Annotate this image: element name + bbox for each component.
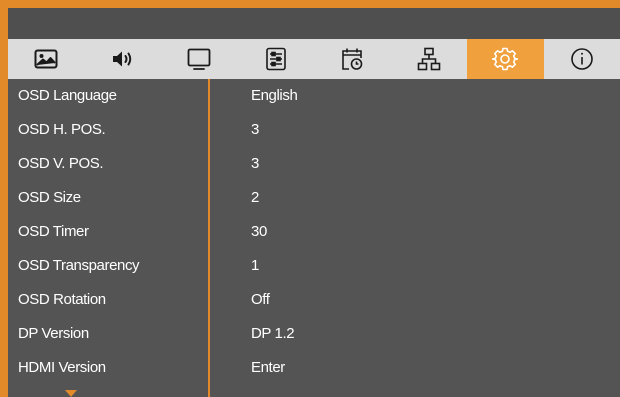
setting-label: OSD Size	[18, 189, 81, 206]
setting-row-osd-size[interactable]: OSD Size 2	[8, 181, 620, 215]
settings-icon	[492, 46, 519, 72]
setting-row-osd-v-pos[interactable]: OSD V. POS. 3	[8, 147, 620, 181]
picture-icon	[33, 46, 59, 72]
setting-row-osd-language[interactable]: OSD Language English	[8, 79, 620, 113]
osd-menu: OSD Language English OSD H. POS. 3 OSD V…	[0, 0, 620, 397]
adjustments-icon	[263, 46, 289, 72]
setting-value: Enter	[251, 359, 285, 376]
scroll-down-arrow-icon[interactable]	[65, 390, 77, 397]
setting-label: HDMI Version	[18, 359, 106, 376]
setting-value: DP 1.2	[251, 325, 295, 342]
setting-label: OSD V. POS.	[18, 155, 104, 172]
setting-label: OSD H. POS.	[18, 121, 106, 138]
setting-value: 3	[251, 121, 259, 138]
tab-display[interactable]	[161, 39, 238, 79]
info-icon	[569, 46, 595, 72]
tab-bar	[8, 39, 620, 79]
setting-row-osd-transparency[interactable]: OSD Transparency 1	[8, 249, 620, 283]
setting-label: OSD Timer	[18, 223, 89, 240]
setting-row-osd-rotation[interactable]: OSD Rotation Off	[8, 283, 620, 317]
setting-value: 3	[251, 155, 259, 172]
network-icon	[416, 46, 442, 72]
tab-schedule[interactable]	[314, 39, 391, 79]
setting-label: OSD Language	[18, 87, 117, 104]
setting-label: DP Version	[18, 325, 89, 342]
setting-row-dp-version[interactable]: DP Version DP 1.2	[8, 317, 620, 351]
tab-audio[interactable]	[85, 39, 162, 79]
tab-network[interactable]	[391, 39, 468, 79]
setting-value: English	[251, 87, 298, 104]
tab-info[interactable]	[544, 39, 620, 79]
setting-row-osd-h-pos[interactable]: OSD H. POS. 3	[8, 113, 620, 147]
setting-label: OSD Transparency	[18, 257, 140, 274]
monitor-icon	[186, 46, 212, 72]
audio-icon	[110, 46, 136, 72]
setting-value: 1	[251, 257, 259, 274]
title-bar	[8, 8, 620, 39]
schedule-icon	[339, 46, 365, 72]
setting-value: 30	[251, 223, 267, 240]
setting-row-hdmi-version[interactable]: HDMI Version Enter	[8, 351, 620, 385]
tab-picture[interactable]	[8, 39, 85, 79]
tab-settings[interactable]	[467, 39, 544, 79]
setting-row-osd-timer[interactable]: OSD Timer 30	[8, 215, 620, 249]
setting-value: Off	[251, 291, 270, 308]
setting-value: 2	[251, 189, 259, 206]
setting-label: OSD Rotation	[18, 291, 106, 308]
tab-adjustments[interactable]	[238, 39, 315, 79]
